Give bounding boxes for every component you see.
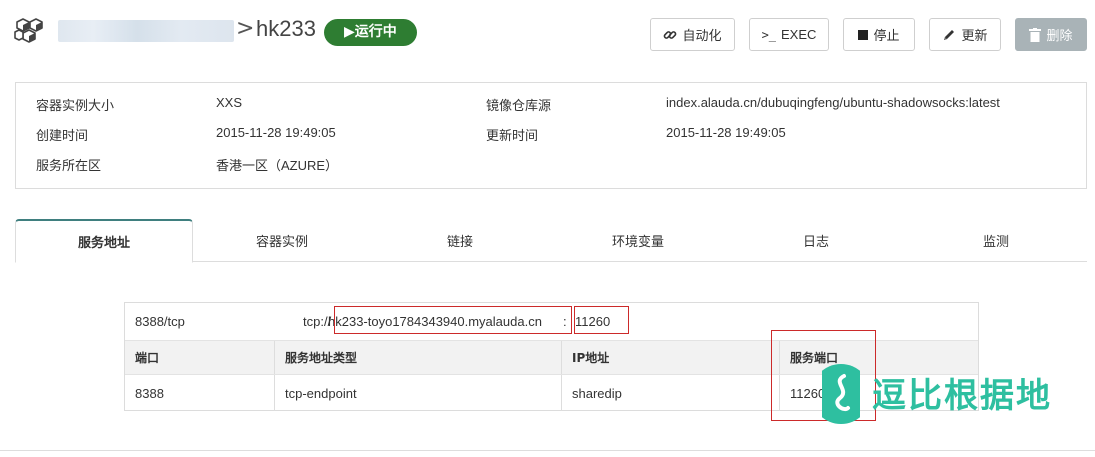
update-button[interactable]: 更新 — [929, 18, 1001, 51]
terminal-icon: >_ — [761, 27, 777, 42]
tab-bar: 服务地址 容器实例 链接 环境变量 日志 监测 — [15, 219, 1087, 263]
pencil-icon — [944, 29, 955, 40]
column-header-port: 端口 — [125, 341, 275, 374]
stop-label: 停止 — [873, 28, 900, 43]
created-label: 创建时间 — [36, 129, 89, 144]
column-header-type: 服务地址类型 — [275, 341, 562, 374]
link-icon — [664, 30, 677, 39]
protocol-port: 8388/tcp — [135, 313, 185, 329]
tab-logs[interactable]: 日志 — [727, 219, 905, 262]
tab-service-address[interactable]: 服务地址 — [15, 219, 193, 263]
trash-icon — [1029, 27, 1042, 42]
image-value: index.alauda.cn/dubuqingfeng/ubuntu-shad… — [666, 95, 1000, 110]
automate-button[interactable]: 自动化 — [650, 18, 735, 51]
breadcrumb-redacted[interactable] — [58, 20, 234, 42]
delete-button[interactable]: 删除 — [1015, 18, 1087, 51]
status-badge: ▶运行中 — [324, 19, 417, 46]
exec-label: EXEC — [781, 27, 817, 42]
update-label: 更新 — [961, 28, 988, 43]
watermark-text: 逗比根据地 — [872, 376, 1052, 416]
updated-label: 更新时间 — [486, 129, 539, 144]
tab-links[interactable]: 链接 — [371, 219, 549, 262]
automate-label: 自动化 — [682, 28, 722, 43]
cell-type: tcp-endpoint — [275, 375, 562, 411]
watermark-logo-icon — [822, 364, 860, 424]
cell-port: 8388 — [125, 375, 275, 411]
stop-button[interactable]: 停止 — [843, 18, 915, 51]
cell-ip: sharedip — [562, 375, 780, 411]
image-label: 镜像仓库源 — [486, 99, 552, 114]
tab-env-vars[interactable]: 环境变量 — [549, 219, 727, 262]
region-value: 香港一区（AZURE） — [216, 158, 339, 173]
watermark: 逗比根据地 — [822, 360, 1062, 426]
page-header: > hk233 ▶运行中 自动化 >_ EXEC 停止 更新 删除 — [14, 14, 1089, 51]
stop-icon — [858, 29, 869, 40]
updated-value: 2015-11-28 19:49:05 — [666, 125, 786, 140]
tab-monitoring[interactable]: 监测 — [905, 219, 1087, 262]
exec-button[interactable]: >_ EXEC — [749, 18, 829, 51]
column-header-ip: IP地址 — [562, 341, 780, 374]
port-highlight-box — [574, 306, 629, 334]
created-value: 2015-11-28 19:49:05 — [216, 125, 336, 140]
cubes-icon — [14, 18, 43, 43]
page-title: hk233 — [256, 16, 316, 41]
region-label: 服务所在区 — [36, 159, 102, 174]
size-label: 容器实例大小 — [36, 99, 115, 114]
service-info-panel: 容器实例大小 XXS 创建时间 2015-11-28 19:49:05 服务所在… — [15, 82, 1087, 189]
host-highlight-box — [334, 306, 572, 334]
delete-label: 删除 — [1046, 28, 1073, 43]
size-value: XXS — [216, 95, 243, 110]
bottom-divider — [0, 450, 1095, 451]
breadcrumb-separator: > — [236, 16, 255, 41]
tab-container-instances[interactable]: 容器实例 — [193, 219, 371, 262]
